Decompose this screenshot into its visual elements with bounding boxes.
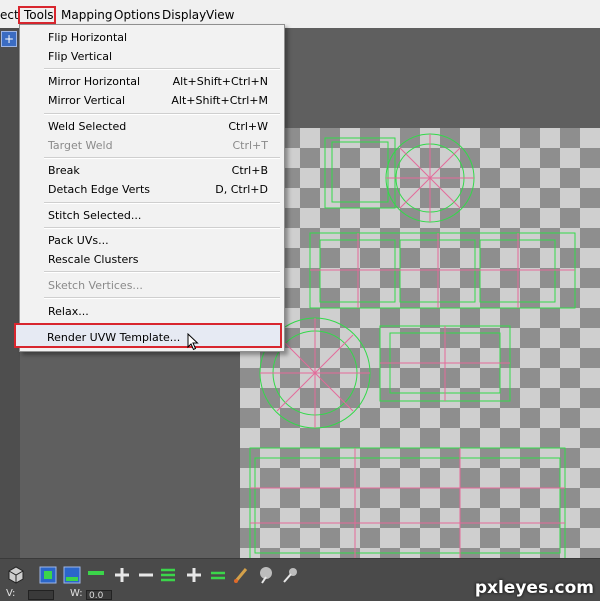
menu-item-label: Mirror Horizontal — [48, 75, 141, 88]
menu-item-shortcut: Ctrl+B — [231, 164, 268, 177]
menu-item-break[interactable]: Break Ctrl+B — [20, 160, 284, 180]
menu-item-shortcut: Ctrl+W — [228, 120, 268, 133]
cube-icon[interactable] — [6, 565, 26, 585]
w-field-label: W: — [70, 588, 83, 599]
loop-select-icon[interactable] — [158, 565, 178, 585]
menu-item-label: Flip Horizontal — [48, 31, 128, 44]
menu-item-pack-uvs[interactable]: Pack UVs... — [20, 230, 284, 250]
expand-plus-icon[interactable] — [112, 565, 132, 585]
menu-item-weld-selected[interactable]: Weld Selected Ctrl+W — [20, 116, 284, 136]
menu-item-shortcut: Ctrl+T — [232, 139, 268, 152]
tools-highlight-box — [18, 6, 56, 24]
menu-item-label: Detach Edge Verts — [48, 183, 150, 196]
menu-item-label: Sketch Vertices... — [48, 279, 143, 292]
menu-separator — [44, 202, 280, 204]
tools-dropdown-menu: Flip Horizontal Flip Vertical Mirror Hor… — [19, 24, 285, 352]
paint-brush-icon[interactable] — [232, 565, 252, 585]
menu-item-shortcut: Alt+Shift+Ctrl+N — [172, 75, 268, 88]
menu-item-rescale-clusters[interactable]: Rescale Clusters — [20, 249, 284, 269]
menu-separator — [44, 157, 280, 159]
menu-item-stitch-selected[interactable]: Stitch Selected... — [20, 205, 284, 225]
mouse-cursor-icon — [187, 333, 199, 351]
menu-item-label: Weld Selected — [48, 120, 127, 133]
uv-checker-canvas[interactable] — [240, 128, 600, 568]
menu-display[interactable]: Display — [162, 8, 206, 22]
menu-item-detach-edge-verts[interactable]: Detach Edge Verts D, Ctrl+D — [20, 179, 284, 199]
menu-item-label: Mirror Vertical — [48, 94, 126, 107]
paint-select-icon[interactable] — [256, 565, 276, 585]
menu-item-mirror-vertical[interactable]: Mirror Vertical Alt+Shift+Ctrl+M — [20, 90, 284, 110]
menu-item-shortcut: D, Ctrl+D — [215, 183, 268, 196]
menu-item-sketch-vertices[interactable]: Sketch Vertices... — [20, 275, 284, 295]
plus-icon[interactable]: + — [1, 31, 17, 47]
menu-edit[interactable]: ect — [0, 8, 19, 22]
shrink-minus-icon[interactable] — [136, 565, 156, 585]
watermark-text: pxleyes.com — [474, 578, 594, 598]
menu-item-flip-horizontal[interactable]: Flip Horizontal — [20, 27, 284, 47]
menu-separator — [44, 227, 280, 229]
menu-item-label: Relax... — [48, 305, 89, 318]
menu-item-label: Stitch Selected... — [48, 209, 142, 222]
select-edge-icon[interactable] — [62, 565, 82, 585]
left-tool-strip — [0, 28, 20, 558]
menu-item-render-uvw-template[interactable]: Render UVW Template... — [19, 327, 283, 347]
menu-options[interactable]: Options — [114, 8, 160, 22]
paint-brush-settings-icon[interactable] — [280, 565, 300, 585]
menu-separator — [44, 113, 280, 115]
v-field-label: V: — [6, 588, 16, 599]
checker-texture — [240, 128, 600, 568]
menu-item-flip-vertical[interactable]: Flip Vertical — [20, 46, 284, 66]
menu-item-target-weld[interactable]: Target Weld Ctrl+T — [20, 135, 284, 155]
ring-minus-icon[interactable] — [208, 565, 228, 585]
menu-item-label: Pack UVs... — [48, 234, 109, 247]
menu-item-shortcut: Alt+Shift+Ctrl+M — [171, 94, 268, 107]
menu-item-label: Rescale Clusters — [48, 253, 139, 266]
grow-selection-icon[interactable] — [86, 565, 106, 585]
v-field-input[interactable] — [28, 590, 54, 600]
menu-separator — [44, 271, 280, 273]
menu-item-relax[interactable]: Relax... — [20, 301, 284, 321]
menu-item-mirror-horizontal[interactable]: Mirror Horizontal Alt+Shift+Ctrl+N — [20, 71, 284, 91]
menu-item-label: Break — [48, 164, 80, 177]
select-vertex-icon[interactable] — [38, 565, 58, 585]
menu-item-label: Target Weld — [48, 139, 113, 152]
menu-item-label: Render UVW Template... — [47, 331, 181, 344]
menu-item-label: Flip Vertical — [48, 50, 113, 63]
menu-separator — [44, 68, 280, 70]
menu-mapping[interactable]: Mapping — [61, 8, 113, 22]
ring-plus-icon[interactable] — [184, 565, 204, 585]
menu-separator — [44, 297, 280, 299]
menu-view[interactable]: View — [206, 8, 234, 22]
w-field-input[interactable]: 0.0 — [86, 590, 112, 601]
